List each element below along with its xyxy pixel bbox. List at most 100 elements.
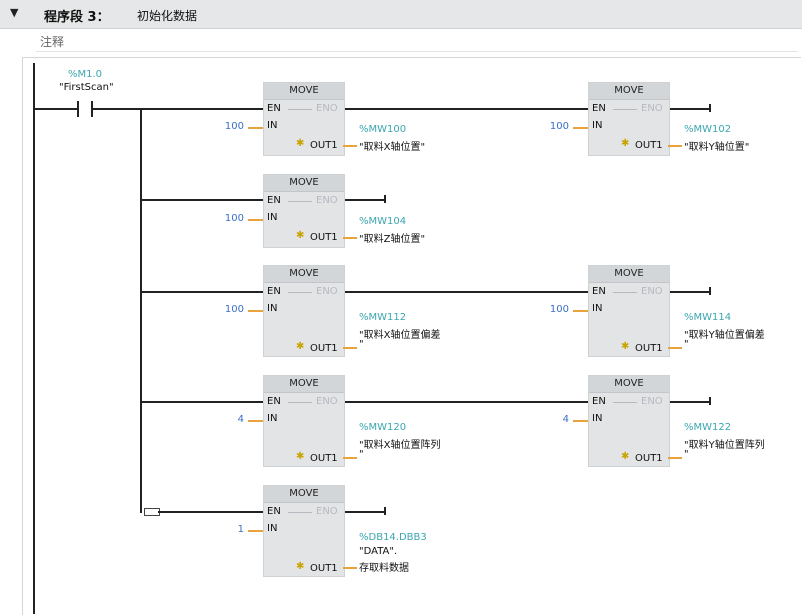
in-value[interactable]: 100	[539, 121, 569, 132]
contact-address[interactable]: %M1.0	[68, 69, 102, 80]
in-value[interactable]: 100	[539, 304, 569, 315]
out-symbol[interactable]: "取料Z轴位置"	[359, 230, 425, 245]
rung-wire	[140, 291, 263, 293]
enable-passthrough	[613, 109, 637, 110]
out-pin: OUT1	[635, 140, 663, 151]
out-address[interactable]: %MW112	[359, 312, 406, 323]
out-symbol[interactable]: "取料X轴位置"	[359, 138, 425, 153]
enable-passthrough	[288, 512, 312, 513]
in-value[interactable]: 100	[214, 121, 244, 132]
rung-wire	[342, 511, 384, 513]
move-block[interactable]: MOVE EN ENO IN ✱ OUT1	[588, 82, 670, 156]
eno-pin: ENO	[316, 195, 338, 206]
rung-end-marker	[709, 287, 711, 295]
eno-pin: ENO	[316, 506, 338, 517]
out-address[interactable]: %MW100	[359, 124, 406, 135]
add-output-icon[interactable]: ✱	[296, 138, 304, 149]
out-pin: OUT1	[635, 453, 663, 464]
add-output-icon[interactable]: ✱	[296, 561, 304, 572]
out-address[interactable]: %MW114	[684, 312, 731, 323]
out-connector	[343, 567, 357, 569]
out-connector	[668, 145, 682, 147]
in-pin: IN	[267, 212, 278, 223]
out-symbol[interactable]: "DATA".	[359, 546, 397, 557]
block-title: MOVE	[589, 266, 669, 283]
rung-end-marker	[709, 104, 711, 112]
in-connector	[573, 310, 588, 312]
comment-placeholder: 注释	[40, 35, 65, 49]
eno-pin: ENO	[316, 396, 338, 407]
out-symbol[interactable]: "取料Y轴位置阵列	[684, 436, 765, 451]
rung-end-marker	[709, 397, 711, 405]
in-value[interactable]: 1	[214, 524, 244, 535]
move-block[interactable]: MOVE EN ENO IN ✱ OUT1	[263, 485, 345, 577]
in-pin: IN	[592, 120, 603, 131]
rung-wire	[342, 291, 588, 293]
out-symbol[interactable]: "取料Y轴位置"	[684, 138, 749, 153]
out-connector	[343, 457, 357, 459]
out-symbol[interactable]: "取料Y轴位置偏差	[684, 326, 765, 341]
en-pin: EN	[267, 506, 281, 517]
enable-passthrough	[288, 292, 312, 293]
in-connector	[248, 420, 263, 422]
eno-pin: ENO	[316, 286, 338, 297]
in-value[interactable]: 4	[539, 414, 569, 425]
out-symbol-continuation[interactable]: "	[684, 339, 689, 350]
add-output-icon[interactable]: ✱	[296, 341, 304, 352]
move-block[interactable]: MOVE EN ENO IN ✱ OUT1	[263, 174, 345, 248]
out-symbol-continuation[interactable]: 存取料数据	[359, 559, 409, 574]
en-pin: EN	[592, 286, 606, 297]
out-address[interactable]: %DB14.DBB3	[359, 532, 427, 543]
no-contact-left-bar[interactable]	[77, 101, 79, 117]
enable-passthrough	[288, 109, 312, 110]
eno-pin: ENO	[641, 286, 663, 297]
add-output-icon[interactable]: ✱	[296, 230, 304, 241]
add-output-icon[interactable]: ✱	[621, 341, 629, 352]
out-address[interactable]: %MW102	[684, 124, 731, 135]
in-pin: IN	[267, 120, 278, 131]
move-block[interactable]: MOVE EN ENO IN ✱ OUT1	[588, 265, 670, 357]
network-name[interactable]: 初始化数据	[137, 7, 197, 24]
network-comment-field[interactable]: 注释	[36, 31, 798, 52]
rung-wire	[667, 401, 709, 403]
rung-wire	[158, 511, 263, 513]
out-address[interactable]: %MW122	[684, 422, 731, 433]
in-value[interactable]: 100	[214, 304, 244, 315]
in-connector	[573, 127, 588, 129]
enable-passthrough	[613, 292, 637, 293]
add-output-icon[interactable]: ✱	[621, 138, 629, 149]
move-block[interactable]: MOVE EN ENO IN ✱ OUT1	[263, 265, 345, 357]
in-connector	[248, 310, 263, 312]
rung-wire	[35, 108, 77, 110]
in-value[interactable]: 4	[214, 414, 244, 425]
contact-symbol[interactable]: "FirstScan"	[59, 82, 114, 93]
in-pin: IN	[592, 413, 603, 424]
out-symbol-continuation[interactable]: "	[359, 339, 364, 350]
collapse-arrow-icon[interactable]: ▼	[10, 6, 18, 19]
en-pin: EN	[592, 103, 606, 114]
move-block[interactable]: MOVE EN ENO IN ✱ OUT1	[263, 82, 345, 156]
out-pin: OUT1	[635, 343, 663, 354]
out-symbol-continuation[interactable]: "	[684, 449, 689, 460]
out-symbol-continuation[interactable]: "	[359, 449, 364, 460]
en-pin: EN	[267, 195, 281, 206]
out-symbol[interactable]: "取料X轴位置阵列	[359, 436, 440, 451]
out-pin: OUT1	[310, 343, 338, 354]
out-address[interactable]: %MW120	[359, 422, 406, 433]
rung-wire	[342, 108, 588, 110]
add-output-icon[interactable]: ✱	[621, 451, 629, 462]
move-block[interactable]: MOVE EN ENO IN ✱ OUT1	[588, 375, 670, 467]
rung-wire	[140, 401, 263, 403]
rung-end-marker	[384, 507, 386, 515]
out-connector	[668, 347, 682, 349]
in-value[interactable]: 100	[214, 213, 244, 224]
rung-wire	[667, 108, 709, 110]
out-pin: OUT1	[310, 563, 338, 574]
out-address[interactable]: %MW104	[359, 216, 406, 227]
move-block[interactable]: MOVE EN ENO IN ✱ OUT1	[263, 375, 345, 467]
out-symbol[interactable]: "取料X轴位置偏差	[359, 326, 440, 341]
in-connector	[573, 420, 588, 422]
add-output-icon[interactable]: ✱	[296, 451, 304, 462]
block-title: MOVE	[264, 83, 344, 100]
en-pin: EN	[267, 103, 281, 114]
